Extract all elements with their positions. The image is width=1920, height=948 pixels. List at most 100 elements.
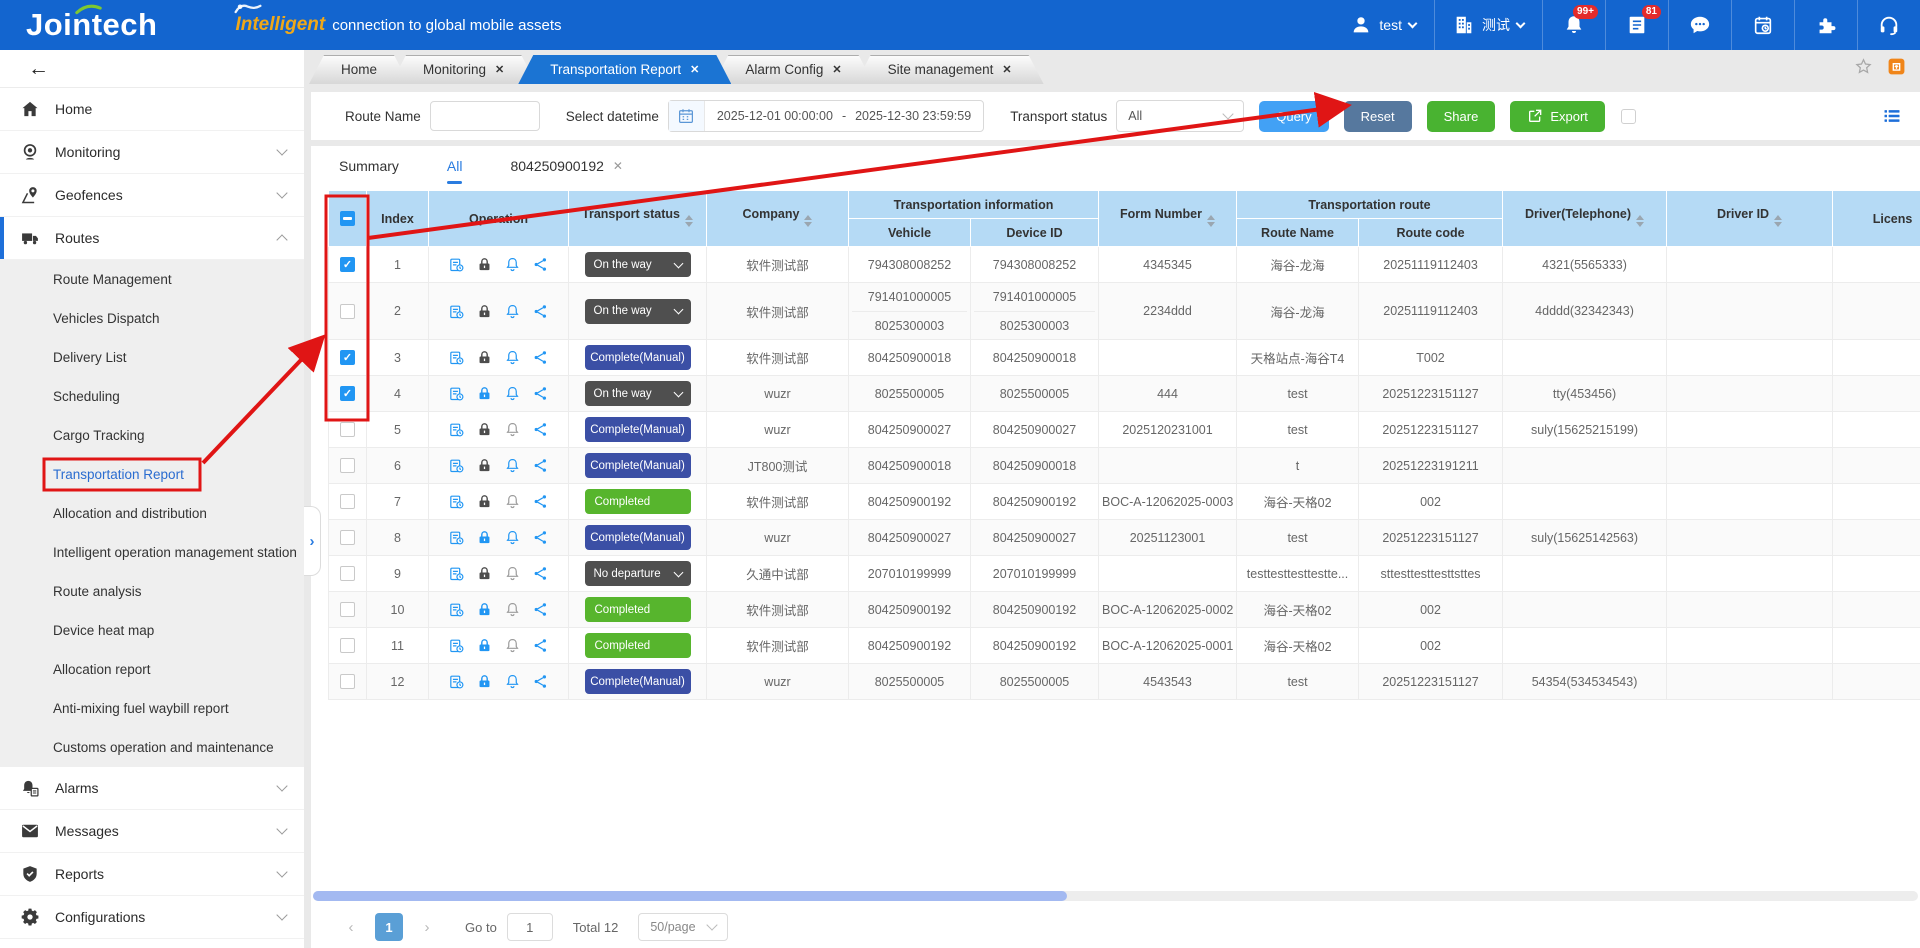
lock-icon[interactable]: [476, 673, 493, 690]
status-badge[interactable]: Completed: [585, 489, 691, 514]
close-icon[interactable]: ✕: [613, 159, 623, 173]
lock-icon[interactable]: [476, 565, 493, 582]
sidebar-collapse-button[interactable]: ←: [0, 50, 304, 88]
apps-button[interactable]: [1795, 0, 1857, 50]
tab-close-icon[interactable]: ✕: [495, 63, 504, 76]
lock-icon[interactable]: [476, 637, 493, 654]
share-icon[interactable]: [532, 529, 549, 546]
status-badge[interactable]: Complete(Manual): [585, 453, 691, 478]
waybill-icon[interactable]: [448, 303, 465, 320]
lock-icon[interactable]: [476, 385, 493, 402]
lock-icon[interactable]: [476, 256, 493, 273]
sidebar-item-allocation-and-distribution[interactable]: Allocation and distribution: [0, 494, 304, 533]
open-window-icon[interactable]: [1887, 57, 1906, 76]
status-badge[interactable]: Complete(Manual): [585, 345, 691, 370]
sidebar-item-reports[interactable]: Reports: [0, 853, 304, 896]
waybill-icon[interactable]: [448, 493, 465, 510]
sidebar-item-route-analysis[interactable]: Route analysis: [0, 572, 304, 611]
sidebar-item-messages[interactable]: Messages: [0, 810, 304, 853]
share-icon[interactable]: [532, 457, 549, 474]
sidebar-item-intelligent-operation-management-station[interactable]: Intelligent operation management station: [0, 533, 304, 572]
status-badge[interactable]: Completed: [585, 633, 691, 658]
support-button[interactable]: [1858, 0, 1920, 50]
lock-icon[interactable]: [476, 493, 493, 510]
row-checkbox[interactable]: [340, 602, 355, 617]
page-number[interactable]: 1: [375, 913, 403, 941]
waybill-icon[interactable]: [448, 565, 465, 582]
share-icon[interactable]: [532, 303, 549, 320]
status-dropdown[interactable]: On the way: [585, 299, 691, 324]
org-menu[interactable]: 测试: [1435, 0, 1542, 50]
status-badge[interactable]: Complete(Manual): [585, 417, 691, 442]
sort-icon[interactable]: [804, 211, 812, 231]
column-settings-button[interactable]: [1882, 106, 1902, 126]
status-dropdown[interactable]: No departure: [585, 561, 691, 586]
waybill-icon[interactable]: [448, 637, 465, 654]
sidebar-item-transportation-report[interactable]: Transportation Report: [0, 455, 304, 494]
lock-icon[interactable]: [476, 421, 493, 438]
sidebar-item-device-heat-map[interactable]: Device heat map: [0, 611, 304, 650]
alarm-bell-icon[interactable]: [504, 256, 521, 273]
alarm-bell-icon[interactable]: [504, 457, 521, 474]
notifications-bell-button[interactable]: 99+: [1543, 0, 1605, 50]
row-checkbox[interactable]: [340, 422, 355, 437]
waybill-icon[interactable]: [448, 385, 465, 402]
export-button[interactable]: Export: [1510, 101, 1605, 132]
tab-monitoring[interactable]: Monitoring✕: [391, 55, 536, 84]
sort-icon[interactable]: [1774, 211, 1782, 231]
lock-icon[interactable]: [476, 601, 493, 618]
waybill-icon[interactable]: [448, 457, 465, 474]
share-icon[interactable]: [532, 421, 549, 438]
forms-button[interactable]: 81: [1606, 0, 1668, 50]
sidebar-item-configurations[interactable]: Configurations: [0, 896, 304, 939]
status-dropdown[interactable]: On the way: [585, 381, 691, 406]
route-name-input[interactable]: [430, 101, 540, 131]
sidebar-item-routes[interactable]: Routes: [0, 217, 304, 260]
sort-icon[interactable]: [685, 211, 693, 231]
share-icon[interactable]: [532, 385, 549, 402]
row-checkbox[interactable]: [340, 458, 355, 473]
sort-icon[interactable]: [1207, 211, 1215, 231]
sidebar-item-monitoring[interactable]: Monitoring: [0, 131, 304, 174]
alarm-bell-icon[interactable]: [504, 529, 521, 546]
schedule-button[interactable]: [1732, 0, 1794, 50]
tab-transportation-report[interactable]: Transportation Report✕: [518, 55, 731, 84]
sidebar-item-delivery-list[interactable]: Delivery List: [0, 338, 304, 377]
sidebar-item-allocation-report[interactable]: Allocation report: [0, 650, 304, 689]
share-icon[interactable]: [532, 256, 549, 273]
tab-close-icon[interactable]: ✕: [832, 63, 841, 76]
alarm-bell-icon[interactable]: [504, 385, 521, 402]
scrollbar-thumb[interactable]: [313, 891, 1067, 901]
header-form-number[interactable]: Form Number: [1099, 191, 1237, 247]
share-button[interactable]: Share: [1427, 101, 1496, 132]
row-checkbox[interactable]: [340, 674, 355, 689]
user-menu[interactable]: test: [1332, 0, 1434, 50]
select-all-checkbox[interactable]: [340, 211, 355, 226]
sidebar-item-scheduling[interactable]: Scheduling: [0, 377, 304, 416]
waybill-icon[interactable]: [448, 673, 465, 690]
row-checkbox[interactable]: [340, 638, 355, 653]
waybill-icon[interactable]: [448, 349, 465, 366]
alarm-bell-icon[interactable]: [504, 421, 521, 438]
row-checkbox[interactable]: [340, 304, 355, 319]
panel-expander[interactable]: ›: [304, 506, 321, 576]
subtab-device[interactable]: 804250900192 ✕: [510, 158, 623, 174]
sidebar-item-geofences[interactable]: Geofences: [0, 174, 304, 217]
tab-alarm-config[interactable]: Alarm Config✕: [713, 55, 873, 84]
alarm-bell-icon[interactable]: [504, 493, 521, 510]
share-icon[interactable]: [532, 349, 549, 366]
lock-icon[interactable]: [476, 529, 493, 546]
status-dropdown[interactable]: On the way: [585, 252, 691, 277]
messages-button[interactable]: [1669, 0, 1731, 50]
tab-close-icon[interactable]: ✕: [690, 63, 699, 76]
horizontal-scrollbar[interactable]: [313, 891, 1918, 901]
goto-page-input[interactable]: [507, 913, 553, 941]
status-badge[interactable]: Complete(Manual): [585, 525, 691, 550]
next-page-button[interactable]: ›: [413, 913, 441, 941]
waybill-icon[interactable]: [448, 601, 465, 618]
row-checkbox[interactable]: [340, 566, 355, 581]
status-badge[interactable]: Completed: [585, 597, 691, 622]
page-size-select[interactable]: 50/page: [638, 913, 727, 941]
header-company[interactable]: Company: [707, 191, 849, 247]
row-checkbox[interactable]: [340, 530, 355, 545]
